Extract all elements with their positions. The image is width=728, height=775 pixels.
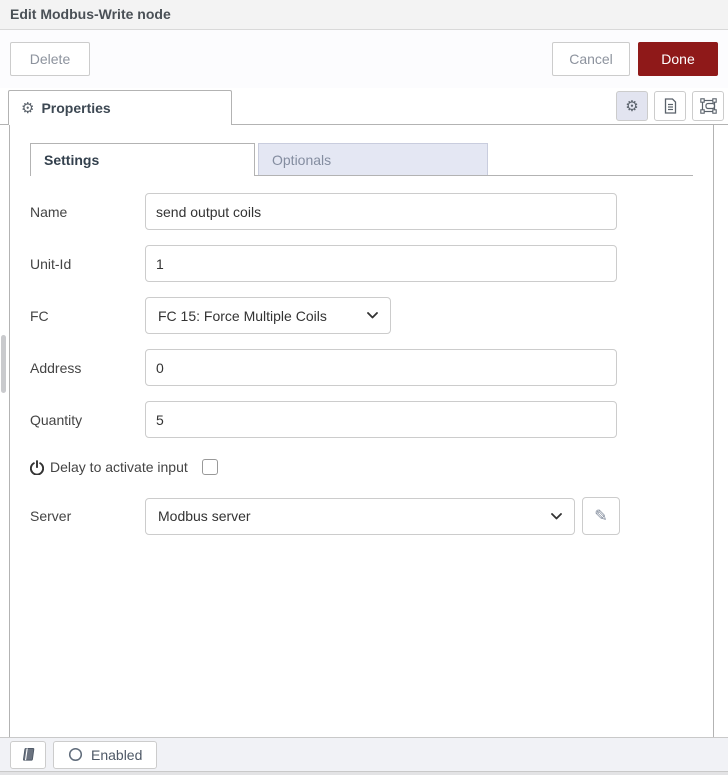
circle-icon bbox=[68, 747, 83, 762]
address-input[interactable] bbox=[145, 349, 617, 386]
properties-tab-label: Properties bbox=[41, 100, 111, 116]
fc-row: FC FC 15: Force Multiple Coils bbox=[30, 297, 693, 334]
fc-label: FC bbox=[30, 307, 49, 324]
properties-tab-row: ⚙ Properties ⚙ bbox=[0, 88, 728, 125]
chevron-down-icon bbox=[551, 512, 562, 520]
name-label: Name bbox=[30, 203, 68, 220]
node-appearance-button[interactable] bbox=[692, 91, 724, 121]
quantity-row: Quantity bbox=[30, 401, 693, 438]
enabled-toggle-button[interactable]: Enabled bbox=[53, 740, 158, 769]
node-properties-button[interactable]: ⚙ bbox=[616, 91, 648, 121]
delay-checkbox[interactable] bbox=[201, 459, 218, 475]
window-bottom-edge bbox=[0, 771, 728, 775]
name-input[interactable] bbox=[145, 193, 617, 230]
address-label: Address bbox=[30, 359, 82, 376]
gear-icon: ⚙ bbox=[21, 99, 35, 117]
server-row: Server Modbus server ✎ bbox=[30, 497, 693, 535]
unit-id-row: Unit-Id bbox=[30, 245, 693, 282]
tab-settings[interactable]: Settings bbox=[30, 143, 255, 176]
tab-optionals[interactable]: Optionals bbox=[258, 143, 488, 175]
unit-id-label: Unit-Id bbox=[30, 255, 72, 272]
fc-select[interactable]: FC 15: Force Multiple Coils bbox=[145, 297, 391, 334]
dialog-title: Edit Modbus-Write node bbox=[0, 0, 728, 30]
node-description-button[interactable] bbox=[654, 91, 686, 121]
server-select[interactable]: Modbus server bbox=[145, 497, 575, 535]
node-help-button[interactable] bbox=[10, 740, 46, 769]
document-icon bbox=[663, 98, 677, 114]
unit-id-input[interactable] bbox=[145, 245, 617, 282]
done-button[interactable]: Done bbox=[638, 42, 718, 76]
tray-icon-buttons: ⚙ bbox=[616, 91, 724, 121]
server-label: Server bbox=[30, 508, 72, 524]
chevron-down-icon bbox=[367, 312, 378, 319]
node-config-panel: Settings Optionals Name Unit-Id FC FC 15… bbox=[9, 125, 714, 737]
delay-label: Delay to activate input bbox=[50, 459, 188, 475]
delete-button[interactable]: Delete bbox=[10, 42, 90, 76]
optionals-tab-label: Optionals bbox=[272, 151, 332, 168]
delay-row: Delay to activate input bbox=[30, 455, 693, 479]
settings-tab-row: Settings Optionals bbox=[30, 143, 693, 176]
address-row: Address bbox=[30, 349, 693, 386]
settings-tab-label: Settings bbox=[44, 152, 100, 168]
power-icon bbox=[30, 459, 44, 475]
fc-selected-value: FC 15: Force Multiple Coils bbox=[158, 307, 327, 324]
cancel-button[interactable]: Cancel bbox=[552, 42, 630, 76]
server-selected-value: Modbus server bbox=[158, 508, 251, 524]
enabled-label: Enabled bbox=[91, 746, 143, 763]
quantity-input[interactable] bbox=[145, 401, 617, 438]
tab-properties[interactable]: ⚙ Properties bbox=[8, 90, 232, 125]
gear-icon: ⚙ bbox=[625, 97, 639, 115]
edit-node-dialog: Edit Modbus-Write node Delete Cancel Don… bbox=[0, 0, 728, 775]
quantity-label: Quantity bbox=[30, 411, 83, 428]
edit-server-button[interactable]: ✎ bbox=[582, 497, 620, 535]
dialog-button-bar: Delete Cancel Done bbox=[0, 30, 728, 88]
name-row: Name bbox=[30, 193, 693, 230]
book-icon bbox=[21, 747, 36, 762]
scrollbar-thumb[interactable] bbox=[1, 335, 6, 393]
dialog-footer: Enabled bbox=[0, 737, 728, 771]
pencil-icon: ✎ bbox=[594, 508, 608, 525]
appearance-icon bbox=[699, 98, 717, 114]
